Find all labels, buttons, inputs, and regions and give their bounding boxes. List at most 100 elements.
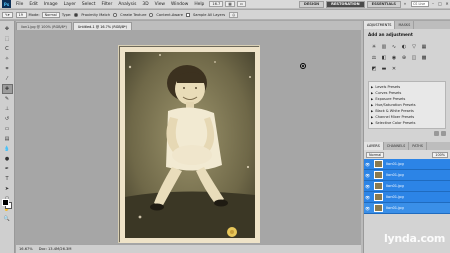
pen-icon[interactable]: ✒ bbox=[2, 164, 13, 174]
create-texture-label: Create Texture bbox=[120, 12, 147, 17]
panels-column: ADJUSTMENTS MASKS Add an adjustment ☀ ▥ … bbox=[363, 21, 450, 253]
eye-icon[interactable]: 👁 bbox=[364, 195, 371, 200]
screen-mode-button[interactable]: ▭ bbox=[236, 1, 247, 7]
tab-channels[interactable]: CHANNELS bbox=[384, 142, 410, 150]
brush-size-picker[interactable]: 19 bbox=[15, 11, 27, 18]
tab-adjustments[interactable]: ADJUSTMENTS bbox=[364, 21, 396, 29]
adjustments-panel-tabs: ADJUSTMENTS MASKS bbox=[364, 21, 450, 29]
menu-edit[interactable]: Edit bbox=[26, 2, 41, 7]
proximity-match-radio[interactable] bbox=[74, 12, 79, 17]
tab-layers[interactable]: LAYERS bbox=[364, 142, 384, 150]
minimize-icon[interactable]: – bbox=[430, 1, 436, 7]
layer-row[interactable]: 👁 lion01.jpg bbox=[364, 170, 450, 181]
close-icon[interactable]: ✕ bbox=[444, 1, 450, 7]
black-white-icon[interactable]: ◧ bbox=[380, 54, 388, 61]
sample-all-layers-checkbox[interactable] bbox=[186, 12, 190, 17]
marquee-icon[interactable]: ⬚ bbox=[2, 34, 13, 44]
cs-live-search[interactable]: CS Live bbox=[411, 1, 429, 7]
layer-row[interactable]: 👁 lion01.jpg bbox=[364, 159, 450, 170]
photo-filter-icon[interactable]: ◉ bbox=[390, 54, 398, 61]
lynda-watermark: lynda.com bbox=[384, 232, 446, 245]
menu-select[interactable]: Select bbox=[79, 2, 99, 7]
workspace-design[interactable]: DESIGN bbox=[298, 0, 325, 8]
menu-image[interactable]: Image bbox=[41, 2, 61, 7]
document-tab-active[interactable]: Untitled-1 @ 16.7% (RGB/8*) bbox=[72, 22, 132, 30]
menu-view[interactable]: View bbox=[152, 2, 168, 7]
spot-heal-icon[interactable]: ✚ bbox=[1, 84, 13, 94]
mode-label: Mode: bbox=[28, 12, 40, 17]
menu-window[interactable]: Window bbox=[168, 2, 191, 7]
doc-size-readout[interactable]: Doc: 13.4M/26.3M bbox=[39, 247, 72, 251]
brush-icon[interactable]: ✎ bbox=[2, 94, 13, 104]
eye-icon[interactable]: 👁 bbox=[364, 206, 371, 211]
adjustment-icons: ☀ ▥ ∿ ◐ ▽ ▦ ⚖ ◧ ◉ ⊕ ◫ ▩ ◩ ▬ ✕ bbox=[364, 39, 438, 76]
layer-row[interactable]: 👁 lion01.jpg bbox=[364, 181, 450, 192]
exposure-icon[interactable]: ◐ bbox=[400, 43, 408, 50]
adjustments-footer bbox=[364, 129, 450, 138]
channel-mixer-icon[interactable]: ⊕ bbox=[400, 54, 408, 61]
invert-icon[interactable]: ◫ bbox=[410, 54, 418, 61]
expand-triangle-icon: ▶ bbox=[371, 109, 374, 113]
maximize-icon[interactable]: □ bbox=[437, 1, 443, 7]
tool-preset-picker[interactable]: ✎▾ bbox=[2, 11, 13, 18]
menu-file[interactable]: File bbox=[13, 2, 26, 7]
arrange-documents-button[interactable]: ▦ bbox=[225, 1, 235, 7]
create-texture-radio[interactable] bbox=[113, 12, 118, 17]
zoom-readout[interactable]: 16.67% bbox=[19, 247, 33, 251]
preset-selective-color[interactable]: ▶ Selective Color Presets bbox=[369, 120, 445, 126]
menu-3d[interactable]: 3D bbox=[139, 2, 151, 7]
eraser-icon[interactable]: ▭ bbox=[2, 124, 13, 134]
workspace-restoration[interactable]: RESTORATION bbox=[326, 0, 365, 8]
pressure-size-icon[interactable]: ◎ bbox=[229, 11, 239, 18]
crop-icon[interactable]: ⌗ bbox=[2, 64, 13, 74]
document-tab[interactable]: lion1.jpg @ 100% (RGB/8*) bbox=[16, 22, 72, 30]
zoom-level-select[interactable]: 16.7 bbox=[209, 1, 224, 7]
posterize-icon[interactable]: ▩ bbox=[420, 54, 428, 61]
workspace-more-icon[interactable]: » bbox=[402, 1, 408, 7]
selective-color-icon[interactable]: ✕ bbox=[390, 65, 398, 72]
panel-footer-icon[interactable] bbox=[434, 131, 439, 136]
tab-paths[interactable]: PATHS bbox=[409, 142, 427, 150]
hue-saturation-icon[interactable]: ▦ bbox=[420, 43, 428, 50]
blur-icon[interactable]: 💧 bbox=[2, 144, 13, 154]
eye-icon[interactable]: 👁 bbox=[364, 173, 371, 178]
history-brush-icon[interactable]: ↺ bbox=[2, 114, 13, 124]
gradient-map-icon[interactable]: ▬ bbox=[380, 65, 388, 72]
vibrance-icon[interactable]: ▽ bbox=[410, 43, 418, 50]
vintage-photo[interactable] bbox=[119, 46, 260, 243]
quick-select-icon[interactable]: ✧ bbox=[2, 54, 13, 64]
panel-footer-icon[interactable] bbox=[441, 131, 446, 136]
foreground-color-swatch[interactable] bbox=[2, 199, 9, 206]
layer-row[interactable]: 👁 lion01.jpg bbox=[364, 192, 450, 203]
lasso-icon[interactable]: ᑕ bbox=[2, 44, 13, 54]
brightness-icon[interactable]: ☀ bbox=[370, 43, 378, 50]
canvas-area[interactable] bbox=[16, 30, 361, 244]
eye-icon[interactable]: 👁 bbox=[364, 184, 371, 189]
menu-help[interactable]: Help bbox=[191, 2, 207, 7]
path-select-icon[interactable]: ➤ bbox=[2, 184, 13, 194]
layer-row[interactable]: 👁 lion01.jpg bbox=[364, 203, 450, 214]
eyedropper-icon[interactable]: ⁄ bbox=[2, 74, 13, 84]
clone-stamp-icon[interactable]: ⊥ bbox=[2, 104, 13, 114]
tab-masks[interactable]: MASKS bbox=[395, 21, 415, 29]
color-balance-icon[interactable]: ⚖ bbox=[370, 54, 378, 61]
move-icon[interactable]: ✥ bbox=[2, 24, 13, 34]
mode-select[interactable]: Normal bbox=[41, 11, 60, 18]
eye-icon[interactable]: 👁 bbox=[364, 162, 371, 167]
zoom-icon[interactable]: 🔍 bbox=[2, 214, 13, 224]
content-aware-radio[interactable] bbox=[149, 12, 154, 17]
workspace-essentials[interactable]: ESSENTIALS bbox=[366, 0, 401, 8]
content-aware-label: Content-Aware bbox=[156, 12, 183, 17]
type-icon[interactable]: T bbox=[2, 174, 13, 184]
menu-filter[interactable]: Filter bbox=[98, 2, 115, 7]
gradient-icon[interactable]: ▤ bbox=[2, 134, 13, 144]
menu-analysis[interactable]: Analysis bbox=[115, 2, 139, 7]
photoshop-logo[interactable]: Ps bbox=[2, 0, 11, 8]
dodge-icon[interactable]: ● bbox=[2, 154, 13, 164]
curves-icon[interactable]: ∿ bbox=[390, 43, 398, 50]
opacity-field[interactable]: 100% bbox=[432, 151, 448, 158]
menu-layer[interactable]: Layer bbox=[61, 2, 79, 7]
blend-mode-select[interactable]: Normal bbox=[366, 151, 385, 158]
threshold-icon[interactable]: ◩ bbox=[370, 65, 378, 72]
levels-icon[interactable]: ▥ bbox=[380, 43, 388, 50]
